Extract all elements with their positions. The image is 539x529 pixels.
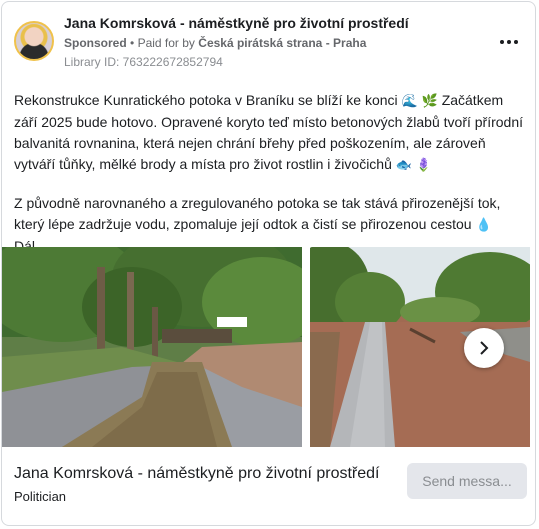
flower-icon: 🪻 (415, 158, 433, 173)
footer-page-category: Politician (14, 489, 67, 504)
payer-name[interactable]: Česká pirátská strana - Praha (198, 36, 366, 50)
post-paragraph-1: Rekonstrukce Kunratického potoka v Braní… (14, 90, 530, 176)
wave-icon: 🌊 (401, 94, 418, 109)
more-dots-icon (500, 40, 504, 44)
more-dot (514, 40, 518, 44)
sponsored-line: Sponsored • Paid for by Česká pirátská s… (64, 36, 366, 50)
footer-page-name[interactable]: Jana Komrsková - náměstkyně pro životní … (14, 465, 380, 483)
page-name[interactable]: Jana Komrsková - náměstkyně pro životní … (64, 15, 409, 31)
post-text: Rekonstrukce Kunratického potoka v Braní… (14, 90, 530, 257)
fish-icon: 🐟 (395, 158, 412, 173)
herb-icon: 🌿 (421, 94, 438, 109)
carousel-image-1[interactable] (2, 247, 302, 447)
send-message-button[interactable]: Send messa... (407, 463, 527, 499)
library-id: Library ID: 763222672852794 (64, 55, 223, 69)
droplet-icon: 💧 (475, 218, 492, 233)
post-text-segment: Rekonstrukce Kunratického potoka v Braní… (14, 92, 398, 108)
sponsored-label: Sponsored (64, 36, 127, 50)
chevron-right-icon (480, 341, 489, 355)
creek-photo (2, 247, 302, 447)
more-dot (507, 40, 511, 44)
separator-dot: • (130, 36, 135, 50)
page-avatar[interactable] (14, 21, 54, 61)
more-options-button[interactable] (495, 32, 523, 52)
paid-for-by-label: Paid for by (137, 36, 195, 50)
post-text-segment: Z původně narovnaného a zregulovaného po… (14, 195, 501, 232)
ad-card: Jana Komrsková - náměstkyně pro životní … (1, 1, 536, 526)
image-carousel[interactable] (2, 247, 535, 447)
carousel-next-button[interactable] (464, 328, 504, 368)
